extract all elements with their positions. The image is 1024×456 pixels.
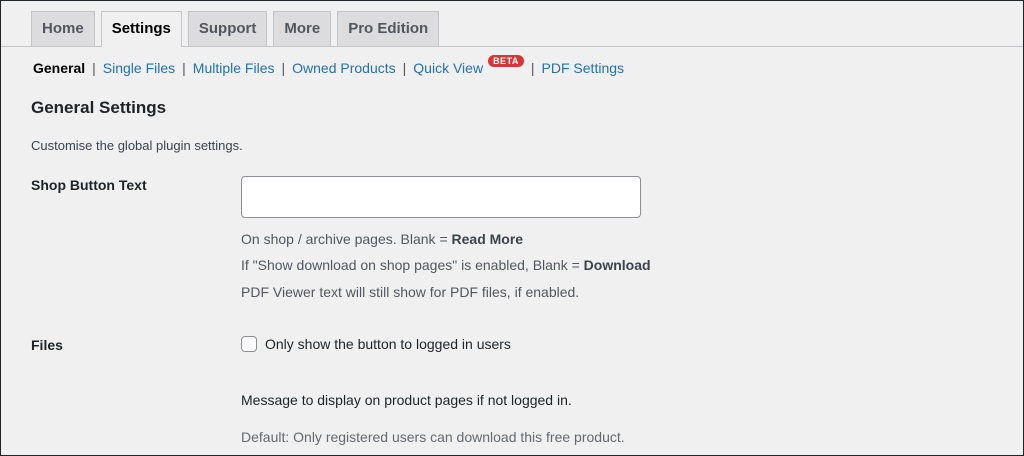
shop-button-help-1: On shop / archive pages. Blank = Read Mo… [241,231,523,247]
tab-home[interactable]: Home [31,11,95,46]
subnav-separator: | [530,60,535,76]
logged-in-only-option[interactable]: Only show the button to logged in users [241,336,511,352]
tab-settings[interactable]: Settings [100,11,182,47]
subnav-separator: | [402,60,407,76]
subnav-separator: | [92,60,96,76]
help-1-bold: Read More [451,231,524,247]
section-description: Customise the global plugin settings. [31,138,243,153]
help-1-text: On shop / archive pages. Blank = [241,231,452,247]
shop-button-text-input[interactable] [241,176,641,218]
not-logged-in-message-label: Message to display on product pages if n… [241,392,572,408]
tab-support[interactable]: Support [187,11,268,46]
subnav-quick-view[interactable]: Quick View [413,60,483,76]
subnav-multiple-files[interactable]: Multiple Files [193,60,275,76]
shop-button-help-3: PDF Viewer text will still show for PDF … [241,284,580,300]
subnav-single-files[interactable]: Single Files [103,60,175,76]
tab-more[interactable]: More [273,11,332,46]
settings-page: Home Settings Support More Pro Edition G… [0,0,1024,456]
shop-button-text-label: Shop Button Text [31,177,147,193]
help-2-bold: Download [583,257,651,273]
help-2-text: If "Show download on shop pages" is enab… [241,257,584,273]
beta-badge: BETA [488,55,524,67]
subnav-owned-products[interactable]: Owned Products [292,60,396,76]
tab-bar: Home Settings Support More Pro Edition [31,11,440,47]
subnav-pdf-settings[interactable]: PDF Settings [542,60,624,76]
not-logged-in-default-note: Default: Only registered users can downl… [241,429,625,445]
tab-pro-edition[interactable]: Pro Edition [337,11,440,46]
section-title: General Settings [31,98,167,117]
subnav-separator: | [281,60,286,76]
settings-subnav: General | Single Files | Multiple Files … [33,55,624,76]
subnav-general[interactable]: General [33,60,85,76]
logged-in-only-label: Only show the button to logged in users [265,336,511,352]
subnav-separator: | [182,60,186,76]
files-label: Files [31,337,63,353]
shop-button-help-2: If "Show download on shop pages" is enab… [241,257,651,273]
logged-in-only-checkbox[interactable] [241,336,257,352]
